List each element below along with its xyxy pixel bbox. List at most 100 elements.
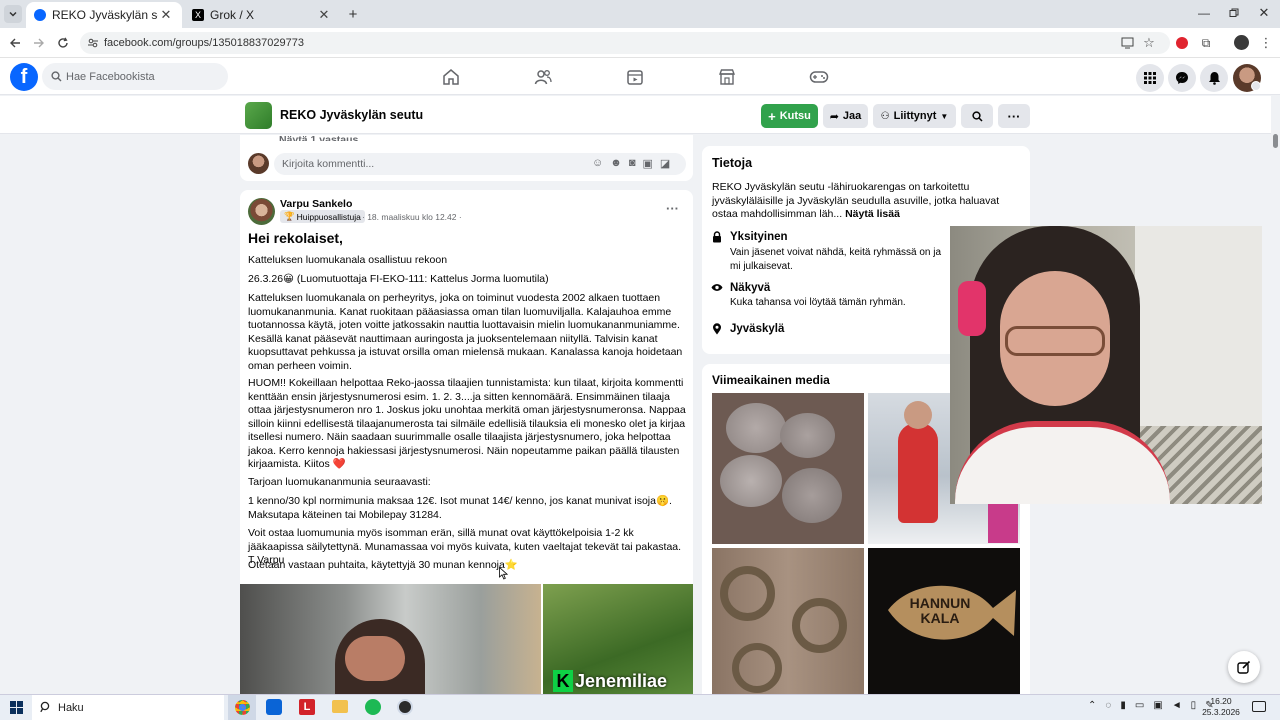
new-tab-icon[interactable]: + (344, 6, 362, 23)
extensions-puzzle-icon[interactable]: ⧉ (1198, 35, 1214, 51)
messenger-icon[interactable] (1168, 64, 1196, 92)
post-options-icon[interactable]: ··· (666, 201, 679, 216)
minimize-icon[interactable]: — (1194, 4, 1214, 22)
facebook-logo-icon[interactable]: f (10, 63, 38, 91)
group-name[interactable]: REKO Jyväskylän seutu (280, 108, 423, 122)
top-contributor-badge[interactable]: 🏆 Huippuosallistuja (280, 210, 365, 223)
media-thumb-wreaths[interactable] (712, 548, 864, 694)
account-chevron-down-icon[interactable] (1251, 81, 1261, 91)
joined-button[interactable]: ⚇ Liittynyt ▼ (873, 104, 956, 128)
windows-start-icon[interactable] (10, 701, 23, 714)
group-cover-thumbnail[interactable] (245, 102, 272, 129)
see-reply-link[interactable]: Näytä 1 vastaus (279, 130, 358, 141)
share-arrow-icon: ➦ (829, 110, 839, 123)
webcam-fridge (1135, 226, 1262, 426)
media-thumb-fish-sign[interactable]: HANNUN KALA (868, 548, 1020, 694)
badge-label: Huippuosallistuja (296, 211, 361, 222)
bookmark-star-icon[interactable]: ☆ (1141, 35, 1157, 51)
sticker-icon[interactable]: ◪ (660, 157, 670, 170)
close-window-icon[interactable]: ✕ (1254, 4, 1274, 22)
file-explorer-taskbar-icon[interactable] (332, 700, 348, 713)
clock-date: 25.3.2026 (1202, 707, 1240, 717)
post-timestamp[interactable]: · 18. maaliskuu klo 12.42 · (362, 212, 462, 222)
tray-app-icon[interactable]: ◌ (1105, 700, 1111, 711)
invite-label: Kutsu (779, 110, 811, 122)
comment-placeholder: Kirjoita kommentti... (282, 158, 375, 170)
eye-icon (711, 283, 723, 292)
home-icon[interactable] (440, 66, 462, 88)
restore-icon[interactable] (1224, 4, 1244, 22)
post-paragraph: 1 kenno/30 kpl normimunia maksaa 12€. Is… (248, 495, 672, 521)
post-title: Hei rekolaiset, (248, 230, 343, 246)
tray-display-icon[interactable]: ▭ (1135, 700, 1144, 711)
new-message-compose-button[interactable] (1228, 651, 1260, 683)
page-scrollbar[interactable] (1271, 96, 1280, 694)
install-app-icon[interactable] (1119, 35, 1135, 51)
app-l-taskbar-icon[interactable]: L (299, 699, 315, 715)
chrome-taskbar-icon[interactable] (228, 695, 256, 720)
notification-center-icon[interactable] (1252, 701, 1266, 712)
friends-icon[interactable] (532, 66, 554, 88)
facebook-search-input[interactable]: Hae Facebookista (42, 63, 228, 90)
author-avatar[interactable] (248, 198, 275, 225)
reload-icon[interactable] (54, 34, 72, 52)
taskbar-search[interactable]: Haku (32, 695, 224, 720)
gif-icon[interactable]: ▣ (642, 157, 652, 170)
extension-icon[interactable] (1174, 35, 1190, 51)
tab-title: Grok / X (210, 8, 255, 22)
scrollbar-thumb[interactable] (1273, 134, 1278, 148)
address-bar[interactable]: facebook.com/groups/135018837029773 (80, 32, 1170, 54)
tray-speaker-icon[interactable]: ◄ (1172, 700, 1182, 711)
emoji-icon[interactable]: ☻ (610, 157, 622, 170)
share-label: Jaa (842, 110, 862, 122)
recent-media-title[interactable]: Viimeaikainen media (712, 373, 830, 387)
profile-avatar-icon[interactable] (1234, 35, 1249, 50)
tab-grok[interactable]: X Grok / X ✕ (184, 2, 340, 28)
browser-menu-icon[interactable]: ⋮ (1258, 35, 1274, 51)
media-thumb-cookies[interactable] (712, 393, 864, 544)
plus-icon: + (768, 108, 776, 124)
wreath-shape (732, 643, 782, 693)
taskbar-clock[interactable]: 16.20 25.3.2026 (1196, 696, 1246, 718)
obs-taskbar-icon[interactable] (397, 699, 413, 715)
overlay-text: Jenemiliae (575, 670, 668, 691)
forward-icon[interactable] (30, 34, 48, 52)
x-favicon-icon: X (192, 9, 204, 21)
avatar-sticker-icon[interactable]: ☺ (592, 157, 603, 170)
trophy-icon: 🏆 (284, 211, 295, 221)
more-options-button[interactable]: ··· (998, 104, 1030, 128)
tray-chevron-up-icon[interactable]: ⌃ (1088, 700, 1096, 711)
site-info-icon[interactable] (86, 36, 100, 50)
share-button[interactable]: ➦ Jaa (823, 104, 868, 128)
close-tab-icon[interactable]: ✕ (158, 7, 174, 23)
tray-mic-icon[interactable]: ▮ (1120, 700, 1126, 711)
marketplace-icon[interactable] (716, 66, 738, 88)
post-paragraph: Katteluksen luomukanala osallistuu rekoo… (248, 254, 448, 266)
see-more-link[interactable]: Näytä lisää (845, 208, 900, 220)
cookie-shape (780, 413, 835, 458)
tray-camera-icon[interactable]: ▣ (1153, 700, 1162, 711)
camera-icon[interactable]: ◙ (629, 157, 636, 170)
group-search-button[interactable] (961, 104, 993, 128)
spotify-taskbar-icon[interactable] (365, 699, 381, 715)
author-name[interactable]: Varpu Sankelo (280, 198, 352, 210)
person-face (345, 636, 405, 681)
visible-description: Kuka tahansa voi löytää tämän ryhmän. (730, 297, 906, 308)
gaming-icon[interactable] (808, 66, 830, 88)
outlook-taskbar-icon[interactable] (266, 699, 282, 715)
back-icon[interactable] (6, 34, 24, 52)
menu-grid-icon[interactable] (1136, 64, 1164, 92)
post-image-left[interactable] (240, 584, 541, 694)
notifications-bell-icon[interactable] (1200, 64, 1228, 92)
video-icon[interactable] (624, 66, 646, 88)
tab-list-icon[interactable] (4, 5, 22, 23)
tab-title: REKO Jyväskylän seutu | Facebo (52, 8, 158, 22)
post-paragraph: Tarjoan luomukananmunia seuraavasti: (248, 476, 431, 488)
post-image-right[interactable]: K Jenemiliae (543, 584, 693, 694)
close-tab-icon[interactable]: ✕ (316, 7, 332, 23)
post-paragraph: 26.3.26😀 (Luomutuottaja FI-EKO-111: Katt… (248, 273, 549, 285)
tab-facebook[interactable]: REKO Jyväskylän seutu | Facebo ✕ (26, 2, 182, 28)
cookie-shape (782, 468, 842, 523)
invite-button[interactable]: + Kutsu (761, 104, 818, 128)
about-text: REKO Jyväskylän seutu -lähiruokarengas o… (712, 181, 1022, 222)
